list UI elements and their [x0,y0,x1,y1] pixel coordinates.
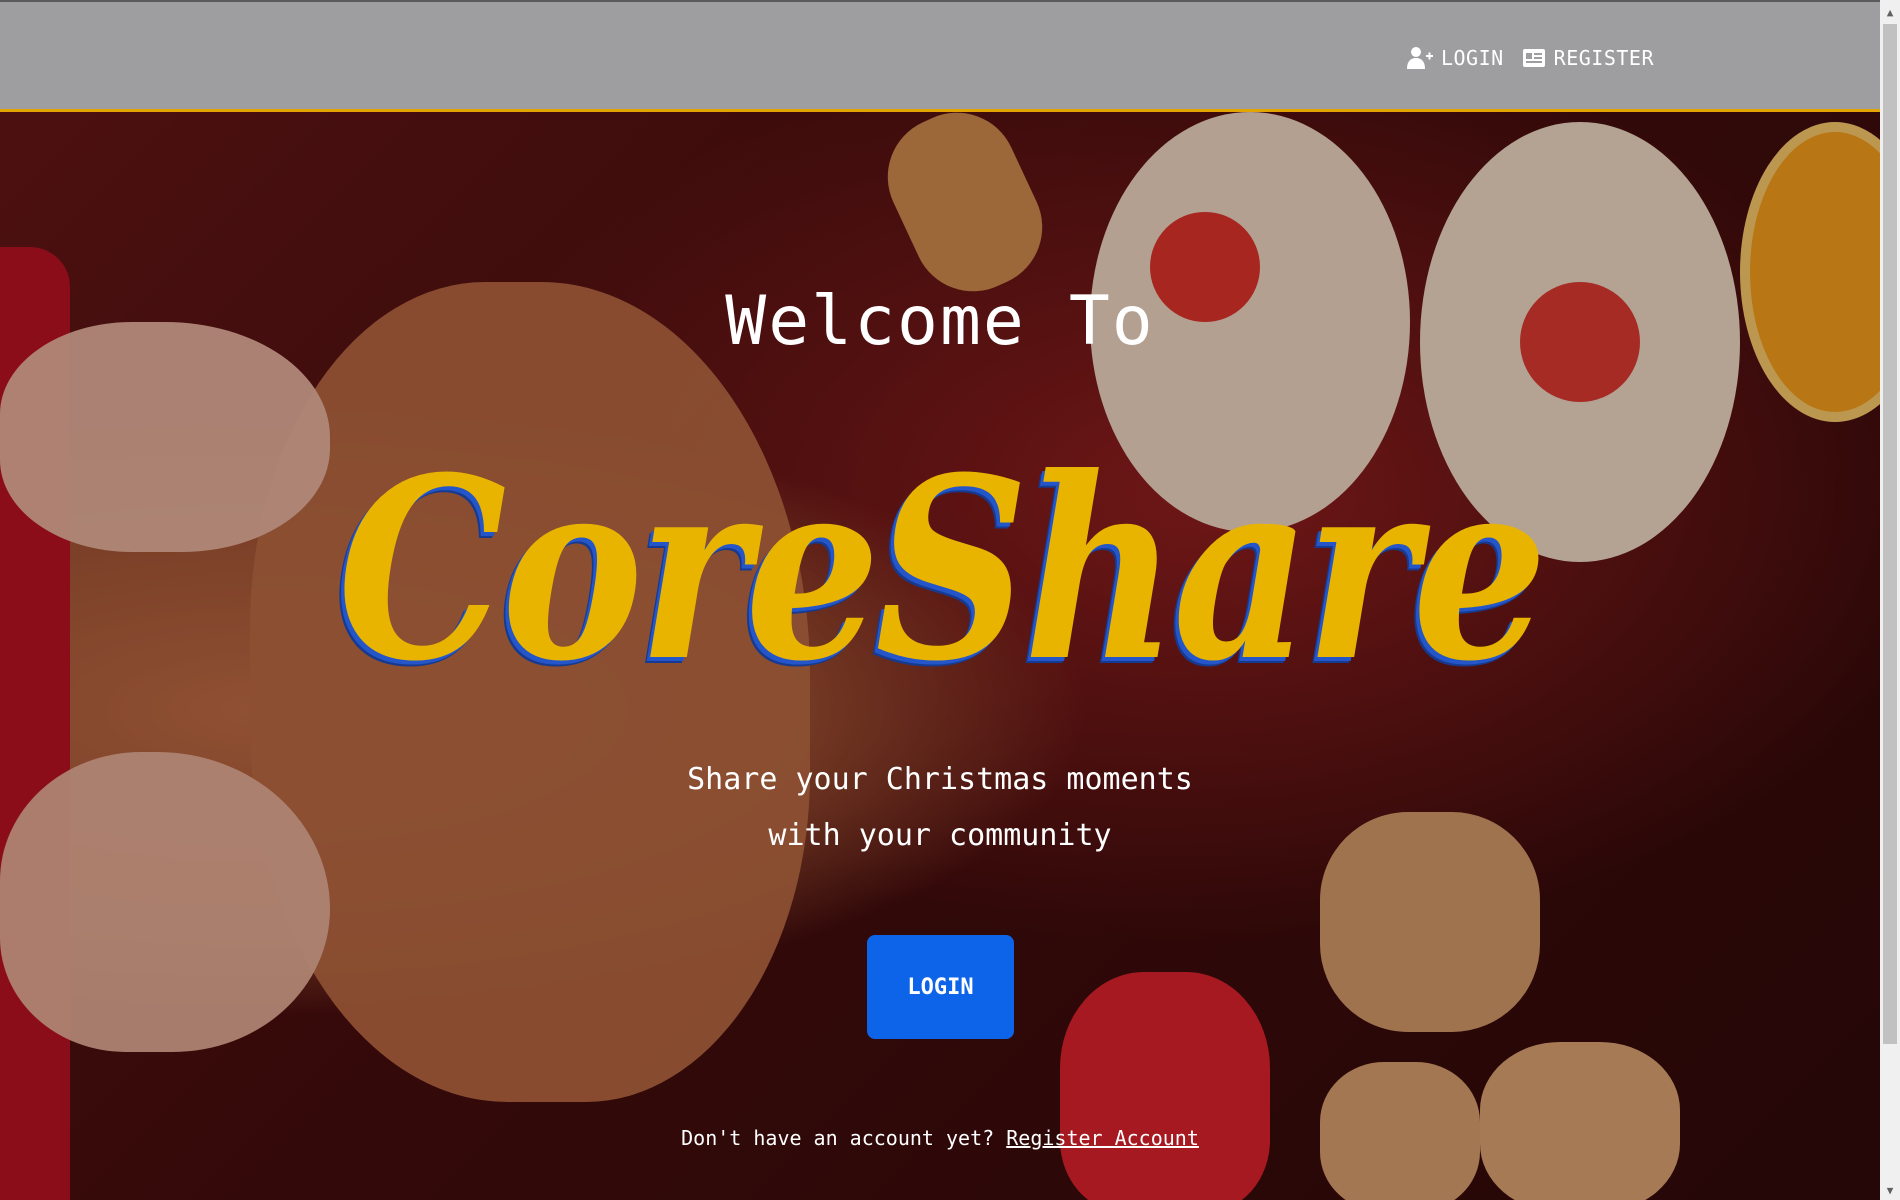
top-navbar: LOGIN REGISTER [0,0,1880,112]
nav-links: LOGIN REGISTER [1406,46,1654,70]
welcome-heading: Welcome To [725,282,1155,361]
register-account-link[interactable]: Register Account [1006,1126,1199,1150]
login-button[interactable]: LOGIN [867,935,1014,1039]
hero-section: Welcome To CoreShare Share your Christma… [0,112,1880,1200]
tagline: Share your Christmas moments with your c… [0,752,1880,864]
nav-login-link[interactable]: LOGIN [1406,46,1504,70]
no-account-text: Don't have an account yet? [681,1126,995,1150]
scroll-up-arrow-icon[interactable]: ▲ [1880,2,1900,22]
id-card-icon [1522,48,1546,68]
nav-login-label: LOGIN [1440,46,1504,70]
user-plus-icon [1406,46,1433,70]
scroll-down-arrow-icon[interactable]: ▼ [1880,1180,1900,1200]
register-prompt: Don't have an account yet? Register Acco… [0,1126,1880,1150]
nav-register-label: REGISTER [1553,46,1654,70]
vertical-scrollbar[interactable]: ▲ ▼ [1880,0,1900,1200]
tagline-line-1: Share your Christmas moments [687,762,1193,797]
scrollbar-thumb[interactable] [1883,24,1897,1044]
brand-logo-text: CoreShare [337,422,1548,716]
nav-register-link[interactable]: REGISTER [1522,46,1654,70]
tagline-line-2: with your community [768,818,1112,853]
